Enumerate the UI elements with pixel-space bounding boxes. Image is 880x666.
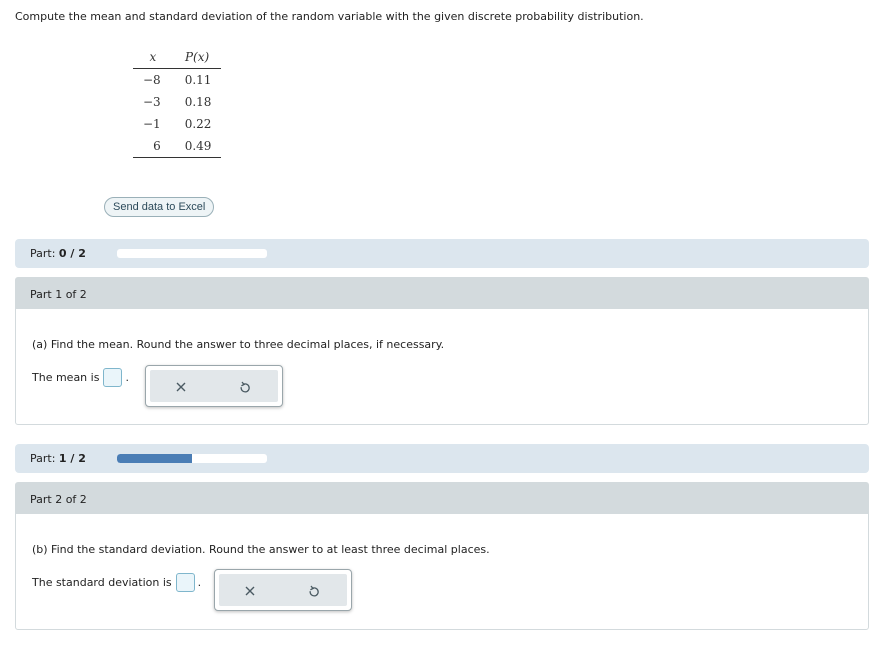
answer-tools xyxy=(214,569,352,611)
part-header: Part 1 of 2 xyxy=(16,278,868,309)
send-to-excel-button[interactable]: Send data to Excel xyxy=(104,197,215,217)
part-1-card: Part 1 of 2 (a) Find the mean. Round the… xyxy=(15,277,869,425)
p-value: 0.11 xyxy=(184,73,212,87)
table-row: −3 0.18 xyxy=(133,91,221,113)
std-dev-input[interactable] xyxy=(175,573,195,592)
undo-button[interactable] xyxy=(234,376,256,398)
part-progress-value: 0 / 2 xyxy=(58,247,86,260)
part-progress-bar: Part: 0 / 2 xyxy=(15,239,869,268)
undo-icon xyxy=(309,585,319,596)
mean-input[interactable] xyxy=(103,368,123,387)
table-row: 6 0.49 xyxy=(133,135,222,158)
answer-prefix: The mean is xyxy=(32,371,100,384)
question-a: (a) Find the mean. Round the answer to t… xyxy=(32,338,445,351)
answer-line: The standard deviation is . xyxy=(32,573,201,592)
p-value: 0.49 xyxy=(184,139,212,153)
part-progress-label: Part: xyxy=(30,247,56,260)
part-header-label: Part 2 of 2 xyxy=(30,493,87,506)
probability-distribution-table: x P(x) −8 0.11 −3 0.18 −1 0.22 6 0.49 xyxy=(133,46,222,158)
header-px: P(x) xyxy=(184,49,210,64)
table-header-row: x P(x) xyxy=(133,46,222,69)
part-progress-label: Part: xyxy=(30,452,56,465)
part-progress-bar: Part: 1 / 2 xyxy=(15,444,869,473)
part-header: Part 2 of 2 xyxy=(16,483,868,514)
problem-prompt: Compute the mean and standard deviation … xyxy=(15,10,644,23)
x-value: −1 xyxy=(143,117,161,131)
progress-track xyxy=(117,249,267,258)
undo-button[interactable] xyxy=(303,580,325,602)
part-2-card: Part 2 of 2 (b) Find the standard deviat… xyxy=(15,482,869,630)
answer-line: The mean is . xyxy=(32,368,129,387)
x-value: 6 xyxy=(153,139,161,153)
progress-fill xyxy=(117,454,192,463)
clear-button[interactable] xyxy=(170,376,192,398)
x-icon xyxy=(245,586,255,596)
x-value: −3 xyxy=(143,95,161,109)
part-progress-value: 1 / 2 xyxy=(58,452,86,465)
answer-suffix: . xyxy=(125,371,129,384)
header-x: x xyxy=(149,49,157,64)
x-value: −8 xyxy=(143,73,161,87)
answer-tools xyxy=(145,365,283,407)
p-value: 0.18 xyxy=(184,95,212,109)
answer-prefix: The standard deviation is xyxy=(32,576,172,589)
part-header-label: Part 1 of 2 xyxy=(30,288,87,301)
undo-icon xyxy=(240,381,250,392)
answer-suffix: . xyxy=(197,576,202,589)
clear-button[interactable] xyxy=(239,580,261,602)
progress-track xyxy=(117,454,267,463)
x-icon xyxy=(176,382,186,392)
table-row: −8 0.11 xyxy=(133,69,221,92)
p-value: 0.22 xyxy=(184,117,212,131)
table-row: −1 0.22 xyxy=(133,113,221,135)
question-b: (b) Find the standard deviation. Round t… xyxy=(32,543,490,556)
